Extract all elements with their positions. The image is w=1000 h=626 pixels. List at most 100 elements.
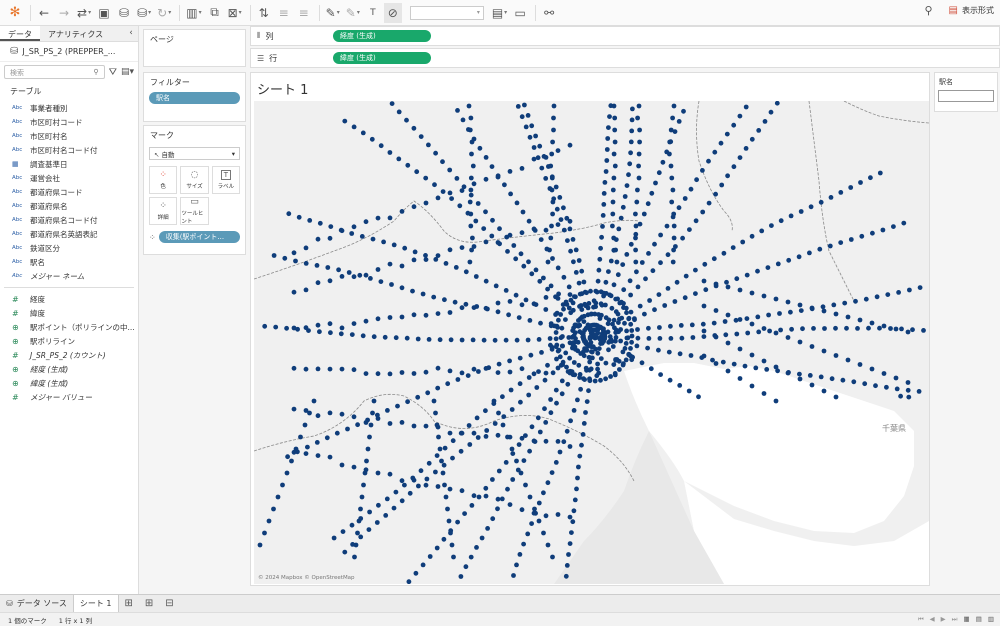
- station-dot[interactable]: [809, 305, 815, 311]
- station-dot[interactable]: [769, 223, 774, 228]
- station-dot[interactable]: [539, 350, 544, 355]
- station-dot[interactable]: [507, 232, 513, 238]
- station-dot[interactable]: [358, 534, 364, 540]
- station-dot[interactable]: [471, 430, 477, 436]
- station-dot[interactable]: [399, 370, 405, 375]
- size-button[interactable]: ◌ サイズ: [180, 166, 209, 194]
- station-dot[interactable]: [656, 347, 661, 353]
- station-dot[interactable]: [543, 155, 549, 160]
- field-item[interactable]: ⊕ 駅ポイント（ポリラインの中...: [0, 320, 138, 334]
- station-dot[interactable]: [508, 387, 514, 393]
- station-dot[interactable]: [634, 199, 640, 205]
- station-dot[interactable]: [818, 374, 824, 380]
- station-dot[interactable]: [600, 224, 605, 229]
- map-canvas[interactable]: 千葉県 © 2024 Mapbox © OpenStreetMap: [254, 101, 929, 584]
- map[interactable]: 千葉県 © 2024 Mapbox © OpenStreetMap: [254, 101, 929, 584]
- station-dot[interactable]: [291, 289, 297, 295]
- station-dot[interactable]: [543, 420, 549, 425]
- station-dot[interactable]: [797, 371, 802, 377]
- sort-desc-icon[interactable]: ≡: [295, 3, 313, 23]
- station-dot[interactable]: [303, 325, 309, 331]
- station-dot[interactable]: [720, 359, 726, 365]
- station-dot[interactable]: [761, 326, 767, 331]
- station-dot[interactable]: [713, 191, 718, 197]
- station-dot[interactable]: [517, 552, 523, 557]
- station-dot[interactable]: [518, 399, 523, 405]
- station-dot[interactable]: [608, 374, 613, 379]
- station-dot[interactable]: [606, 125, 611, 130]
- station-dot[interactable]: [626, 316, 632, 322]
- station-dot[interactable]: [592, 378, 598, 384]
- station-dot[interactable]: [527, 494, 533, 500]
- station-dot[interactable]: [632, 316, 637, 321]
- station-dot[interactable]: [339, 228, 345, 234]
- station-dot[interactable]: [604, 147, 610, 152]
- station-dot[interactable]: [731, 361, 737, 367]
- station-dot[interactable]: [668, 336, 674, 341]
- station-dot[interactable]: [459, 305, 465, 311]
- station-dot[interactable]: [469, 247, 474, 253]
- station-dot[interactable]: [797, 302, 803, 308]
- station-dot[interactable]: [447, 167, 453, 173]
- station-dot[interactable]: [563, 573, 569, 579]
- station-dot[interactable]: [483, 176, 489, 182]
- station-dot[interactable]: [431, 294, 437, 300]
- station-dot[interactable]: [457, 203, 463, 209]
- station-dot[interactable]: [549, 346, 555, 352]
- station-dot[interactable]: [612, 115, 618, 121]
- station-dot[interactable]: [761, 391, 767, 396]
- station-dot[interactable]: [483, 408, 488, 414]
- station-dot[interactable]: [725, 312, 731, 318]
- station-dot[interactable]: [807, 373, 813, 378]
- station-dot[interactable]: [549, 470, 555, 475]
- station-dot[interactable]: [701, 328, 707, 334]
- station-dot[interactable]: [612, 325, 617, 331]
- station-dot[interactable]: [693, 267, 698, 273]
- station-dot[interactable]: [553, 387, 559, 393]
- station-dot[interactable]: [585, 305, 591, 311]
- station-dot[interactable]: [701, 334, 707, 339]
- station-dot[interactable]: [529, 521, 534, 526]
- station-dot[interactable]: [682, 295, 688, 301]
- rows-pill[interactable]: 緯度 (生成): [333, 52, 431, 64]
- station-dot[interactable]: [579, 291, 585, 297]
- station-dot[interactable]: [870, 230, 875, 236]
- station-dot[interactable]: [567, 541, 573, 546]
- station-dot[interactable]: [636, 151, 642, 157]
- station-dot[interactable]: [572, 497, 578, 503]
- station-dot[interactable]: [615, 296, 620, 302]
- station-dot[interactable]: [773, 330, 779, 336]
- station-dot[interactable]: [676, 119, 682, 124]
- station-dot[interactable]: [315, 366, 321, 372]
- station-dot[interactable]: [533, 133, 538, 139]
- station-dot[interactable]: [868, 175, 873, 181]
- station-dot[interactable]: [614, 259, 620, 265]
- station-dot[interactable]: [645, 345, 650, 351]
- station-dot[interactable]: [360, 333, 366, 339]
- station-dot[interactable]: [393, 335, 399, 341]
- station-dot[interactable]: [679, 335, 685, 341]
- station-dot[interactable]: [514, 562, 519, 568]
- station-dot[interactable]: [495, 506, 500, 512]
- station-dot[interactable]: [688, 186, 694, 192]
- station-dot[interactable]: [437, 446, 443, 452]
- list-view-icon[interactable]: ▤: [976, 615, 982, 624]
- station-dot[interactable]: [671, 211, 677, 217]
- station-dot[interactable]: [737, 113, 743, 119]
- station-dot[interactable]: [262, 323, 268, 329]
- station-dot[interactable]: [611, 282, 617, 288]
- station-dot[interactable]: [628, 241, 634, 247]
- station-dot[interactable]: [650, 268, 656, 274]
- station-dot[interactable]: [618, 215, 624, 221]
- station-dot[interactable]: [604, 158, 610, 163]
- station-dot[interactable]: [862, 381, 868, 387]
- chart-icon[interactable]: ▥ ▾: [184, 3, 203, 23]
- station-dot[interactable]: [351, 464, 357, 470]
- next-page-icon[interactable]: ▶: [941, 615, 946, 624]
- station-dot[interactable]: [649, 190, 655, 196]
- station-dot[interactable]: [671, 223, 677, 229]
- station-dot[interactable]: [537, 429, 543, 435]
- station-dot[interactable]: [608, 258, 614, 264]
- station-dot[interactable]: [671, 235, 677, 241]
- station-dot[interactable]: [550, 554, 555, 560]
